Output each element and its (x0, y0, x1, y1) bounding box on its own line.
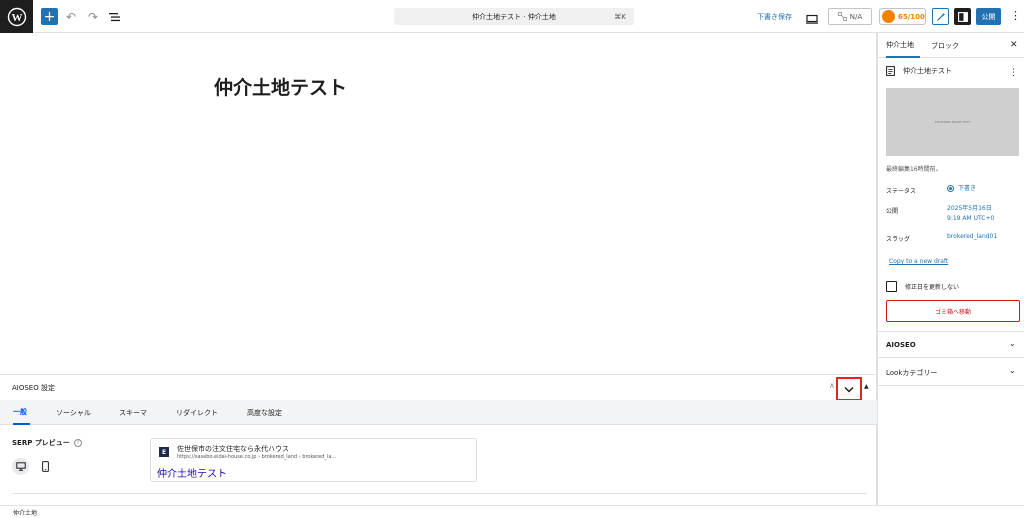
grid-icon (837, 12, 847, 21)
slug-label: スラッグ (886, 236, 911, 243)
publish-date: 2025年5月16日 (947, 205, 992, 212)
seo-score: 65/100 (898, 12, 925, 21)
na-label: N/A (849, 12, 863, 21)
aioseo-logo-icon (882, 10, 895, 23)
preview-button[interactable] (806, 10, 818, 24)
editor-footer: 仲介土地 (0, 505, 1024, 518)
tab-general[interactable]: 一般 (13, 400, 30, 425)
settings-toggle-button[interactable] (954, 8, 971, 25)
aioseo-panel-title: AIOSEO 設定 (12, 384, 55, 392)
wordpress-logo-icon[interactable]: W (0, 0, 33, 33)
redo-button[interactable]: ↷ (86, 8, 100, 25)
status-value[interactable]: 下書き (947, 184, 976, 194)
breadcrumb[interactable]: 仲介土地 (13, 508, 37, 517)
publish-label: 公開 (886, 208, 899, 215)
tab-social[interactable]: ソーシャル (56, 400, 91, 425)
editor-canvas[interactable]: 仲介土地テスト (0, 33, 877, 374)
divider (878, 385, 1024, 386)
options-menu-button[interactable]: ⋮ (1010, 9, 1021, 23)
chevron-down-icon[interactable]: ⌄ (1009, 339, 1016, 348)
post-name: 仲介土地テスト (903, 67, 952, 75)
block-editor: W + ↶ ↷ 仲介土地テスト · 仲介土地 ⌘K 下書き保存 N/A 65/1… (0, 0, 1024, 518)
divider (878, 331, 1024, 332)
divider (12, 493, 867, 494)
aioseo-settings-panel: AIOSEO 設定 ∧ ▲ 一般 ソーシャル スキーマ リダイレクト 高度な設定… (0, 374, 877, 505)
ai-assistant-button[interactable] (932, 8, 949, 25)
checkbox-label: 修正日を更新しない (905, 284, 960, 291)
tab-schema[interactable]: スキーマ (119, 400, 147, 425)
status-text: 下書き (958, 185, 977, 192)
aioseo-score-button[interactable]: 65/100 (879, 8, 926, 25)
featured-image-text: FEATURED IMAGE TEXT (935, 120, 970, 124)
tab-advanced[interactable]: 高度な設定 (247, 400, 282, 425)
save-draft-button[interactable]: 下書き保存 (757, 12, 792, 22)
serp-title: 仲介土地テスト (157, 469, 227, 480)
desktop-preview-icon (806, 14, 818, 24)
list-view-button[interactable] (108, 8, 122, 25)
featured-image[interactable]: FEATURED IMAGE TEXT (886, 88, 1019, 156)
aioseo-tabs: 一般 ソーシャル スキーマ リダイレクト 高度な設定 (0, 400, 877, 425)
panel-aioseo[interactable]: AIOSEO (886, 341, 916, 349)
command-shortcut: ⌘K (614, 12, 626, 21)
tab-block[interactable]: ブロック (931, 33, 959, 58)
no-update-modified-row: 修正日を更新しない (886, 281, 959, 292)
post-summary-header: 仲介土地テスト (886, 66, 952, 76)
list-view-icon (109, 12, 120, 21)
copy-to-draft-link[interactable]: Copy to a new draft (889, 258, 948, 265)
document-bar[interactable]: 仲介土地テスト · 仲介土地 ⌘K (394, 8, 634, 25)
post-title[interactable]: 仲介土地テスト (214, 73, 347, 100)
panel-look-category[interactable]: Lookカテゴリー (886, 368, 937, 378)
chevron-down-icon[interactable]: ⌄ (1009, 366, 1016, 375)
status-label: ステータス (886, 188, 917, 195)
aioseo-panel-header: AIOSEO 設定 ∧ ▲ (0, 375, 877, 401)
undo-button[interactable]: ↶ (64, 8, 78, 25)
collapse-panel-button[interactable] (836, 377, 862, 401)
serp-url: https://sasebo.eidai-house.co.jp › broke… (177, 454, 337, 460)
help-icon[interactable]: ? (73, 439, 82, 447)
publish-button[interactable]: 公開 (976, 8, 1001, 25)
close-sidebar-button[interactable]: ✕ (1010, 40, 1018, 50)
document-icon (886, 66, 895, 76)
sidebar-tabs: 仲介土地 ブロック ✕ (878, 33, 1024, 58)
serp-preview-card: E 佐世保市の注文住宅なら永代ハウス https://sasebo.eidai-… (150, 438, 477, 482)
mobile-preview-toggle[interactable] (40, 460, 50, 472)
tab-redirect[interactable]: リダイレクト (176, 400, 218, 425)
editor-toolbar: W + ↶ ↷ 仲介土地テスト · 仲介土地 ⌘K 下書き保存 N/A 65/1… (0, 0, 1024, 33)
na-button[interactable]: N/A (828, 8, 872, 25)
desktop-preview-toggle[interactable] (12, 458, 29, 475)
no-update-modified-checkbox[interactable] (886, 281, 897, 292)
post-actions-button[interactable]: ⋮ (1009, 68, 1018, 78)
tab-post[interactable]: 仲介土地 (886, 33, 920, 58)
publish-time: 9:19 AM UTC+0 (947, 215, 995, 222)
svg-text:W: W (11, 12, 22, 24)
sidebar-icon (957, 11, 968, 22)
chevron-down-icon (844, 386, 854, 393)
move-up-icon[interactable]: ∧ (829, 381, 835, 390)
move-to-trash-button[interactable]: ゴミ箱へ移動 (886, 300, 1020, 322)
desktop-icon (15, 462, 26, 471)
document-title: 仲介土地テスト · 仲介土地 (472, 12, 556, 21)
settings-sidebar: 仲介土地 ブロック ✕ 仲介土地テスト ⋮ FEATURED IMAGE TEX… (878, 33, 1024, 505)
serp-preview-label: SERP プレビュー ? (12, 438, 82, 448)
draft-status-icon (947, 185, 954, 192)
slug-value[interactable]: brokered_land01 (947, 232, 997, 242)
mobile-icon (41, 460, 49, 472)
add-block-button[interactable]: + (41, 8, 58, 25)
magic-wand-icon (936, 12, 945, 21)
site-favicon-icon: E (159, 447, 169, 457)
serp-site-name: 佐世保市の注文住宅なら永代ハウス (177, 445, 289, 453)
divider (878, 357, 1024, 358)
serp-preview-text: SERP プレビュー (12, 439, 70, 447)
publish-date-value[interactable]: 2025年5月16日 9:19 AM UTC+0 (947, 204, 994, 224)
last-edited: 最終編集16時間前。 (886, 166, 942, 173)
triangle-up-icon[interactable]: ▲ (864, 383, 869, 390)
